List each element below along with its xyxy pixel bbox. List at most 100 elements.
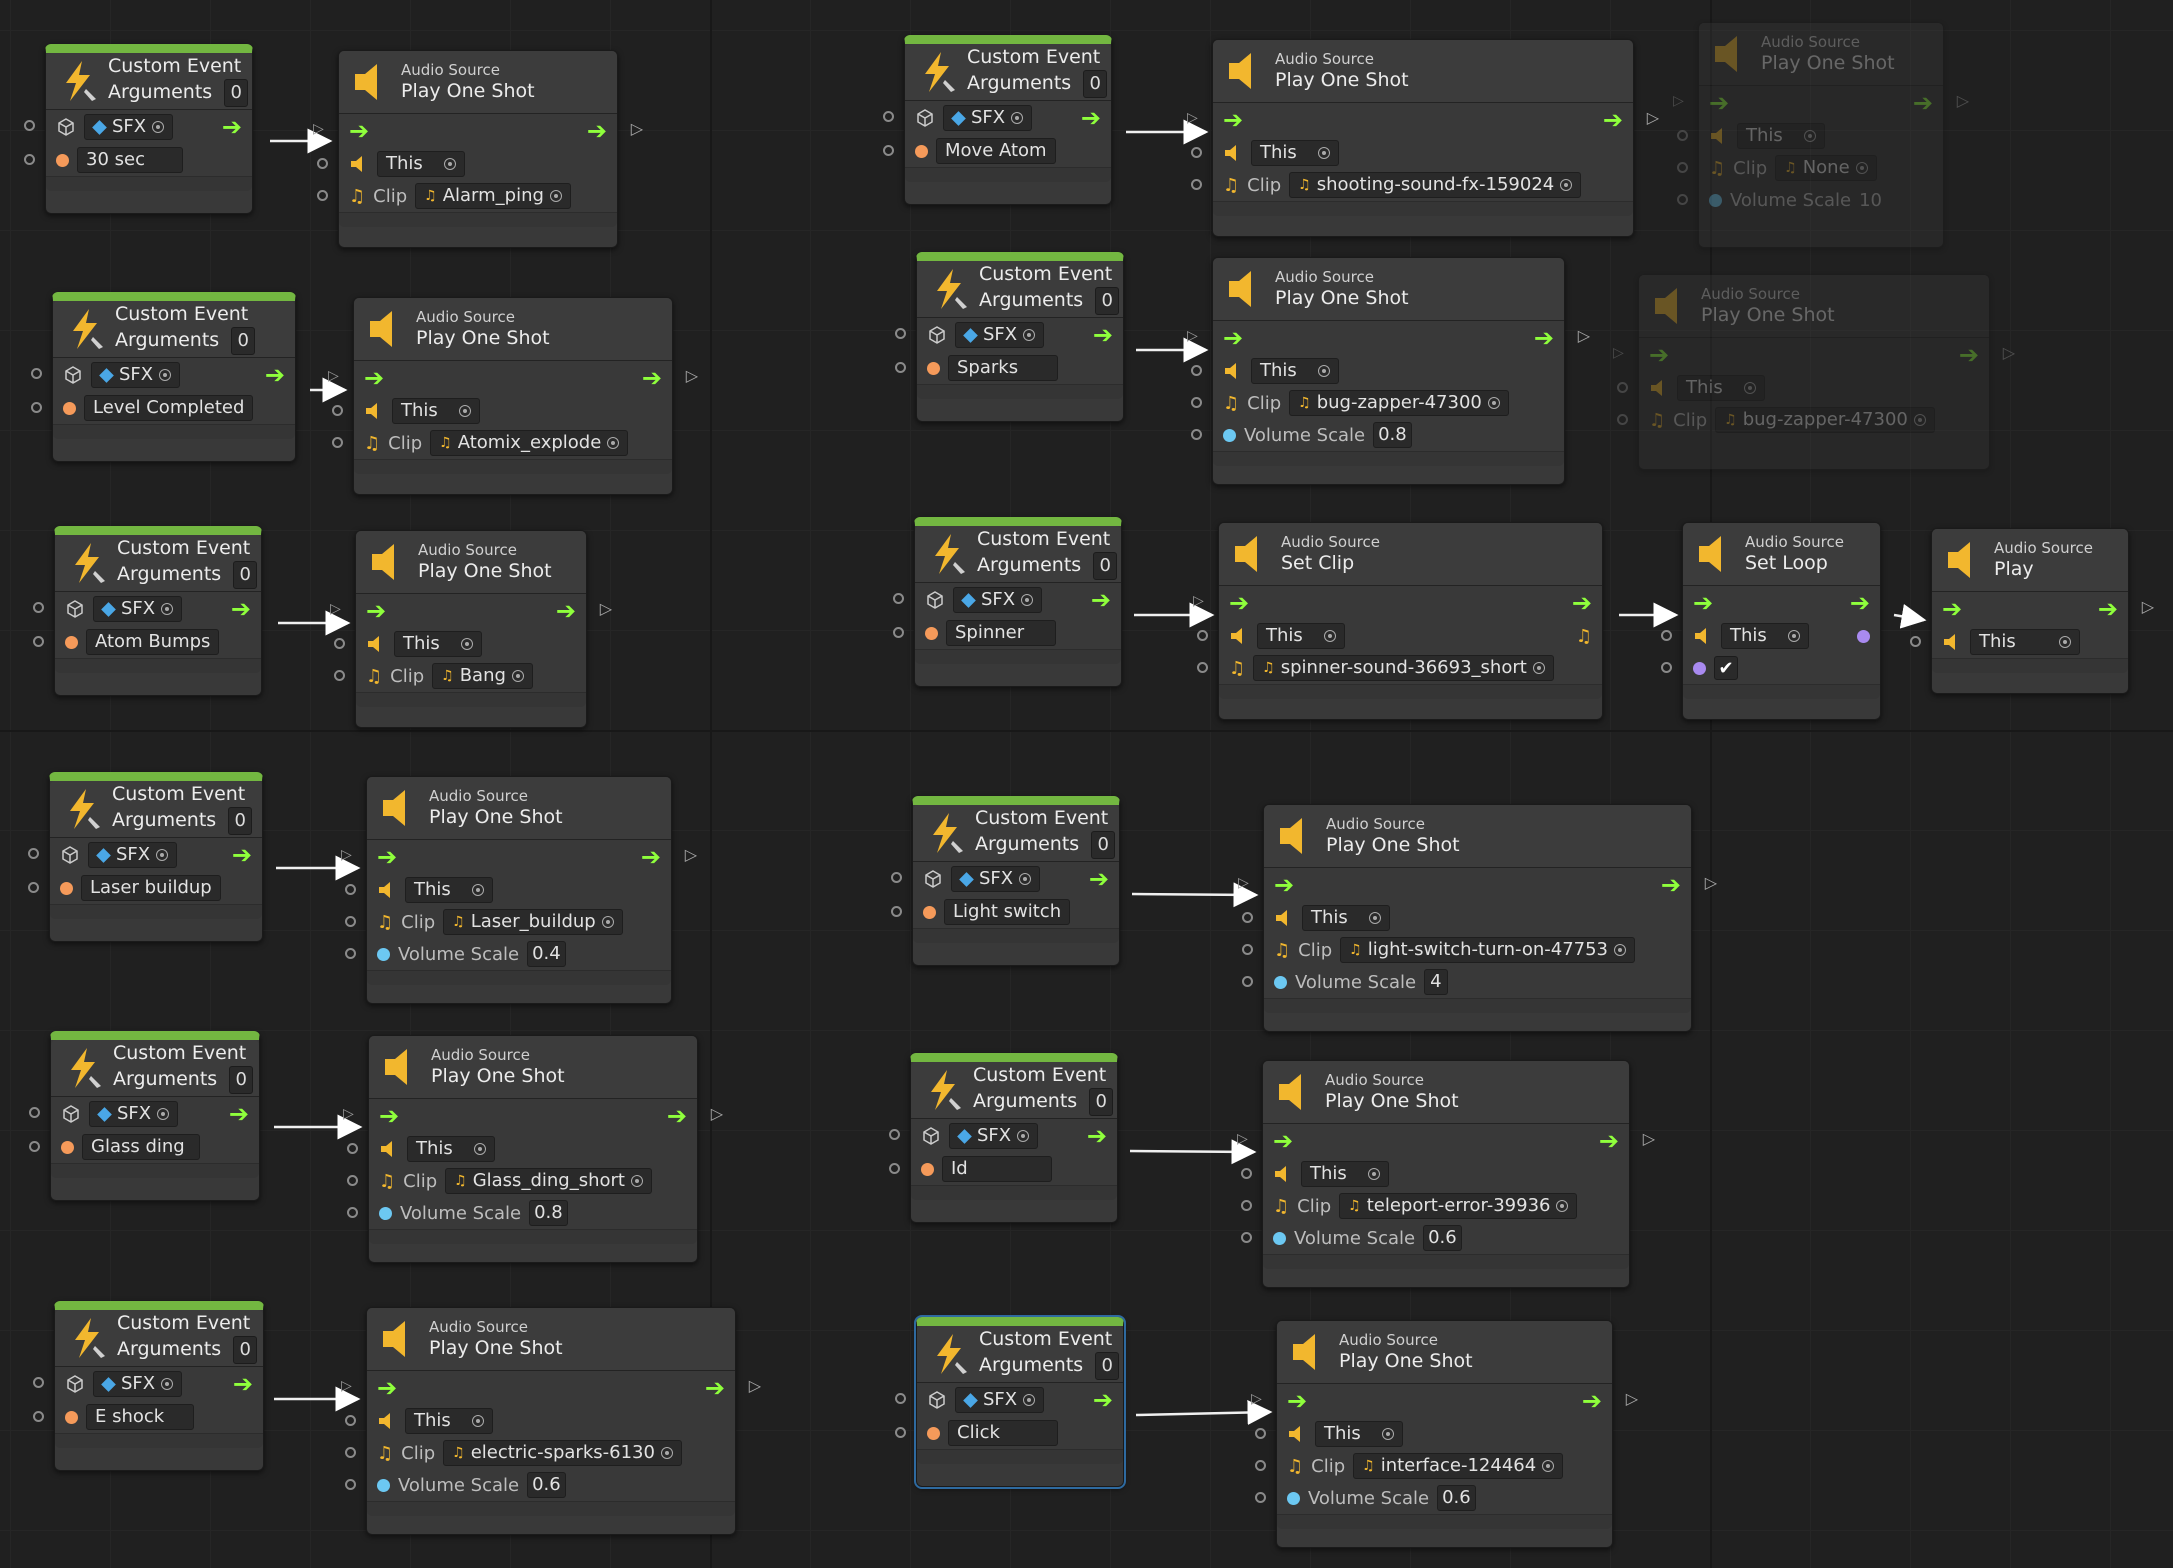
flow-input-port[interactable]: ▷ <box>1193 594 1204 608</box>
this-field[interactable]: This <box>1251 358 1339 384</box>
input-port[interactable] <box>31 402 42 413</box>
event-name-field[interactable]: Sparks <box>948 355 1058 381</box>
flow-input-port[interactable]: ▷ <box>341 1379 352 1393</box>
volume-scale-field[interactable]: 0.6 <box>1437 1485 1476 1511</box>
target-picker-icon[interactable] <box>1318 147 1330 159</box>
flow-input-port[interactable]: ▷ <box>313 122 324 136</box>
input-port[interactable] <box>317 190 328 201</box>
flow-output-arrow-icon[interactable]: ➔ <box>222 115 242 139</box>
clip-field[interactable]: ♫ Bang <box>432 663 533 689</box>
event-name-field[interactable]: Atom Bumps <box>86 629 220 655</box>
audio-source-node[interactable]: Audio Source Play One Shot ▷ ➔ ➔ ▷ This ♫ Cli… <box>1187 39 1659 237</box>
input-port[interactable] <box>883 145 894 156</box>
this-field[interactable]: This <box>1677 375 1765 401</box>
input-port[interactable] <box>1242 944 1253 955</box>
target-picker-icon[interactable] <box>1369 912 1381 924</box>
target-picker-icon[interactable] <box>1023 1394 1036 1406</box>
input-port[interactable] <box>1191 429 1202 440</box>
sfx-field[interactable]: SFX <box>91 362 181 388</box>
loop-checkbox[interactable]: ✔ <box>1714 656 1738 680</box>
sfx-field[interactable]: SFX <box>955 322 1045 348</box>
input-port[interactable] <box>28 848 39 859</box>
input-port[interactable] <box>29 1141 40 1152</box>
flow-input-port[interactable]: ▷ <box>1238 876 1249 890</box>
audio-clip-output-icon[interactable]: ♫ <box>1576 626 1592 647</box>
input-port[interactable] <box>1197 662 1208 673</box>
flow-output-port[interactable]: ▷ <box>711 1106 723 1122</box>
volume-scale-field[interactable]: 0.6 <box>527 1472 566 1498</box>
this-field[interactable]: This <box>1315 1421 1403 1447</box>
arguments-count[interactable]: 0 <box>233 560 258 589</box>
input-port[interactable] <box>1910 636 1921 647</box>
audio-source-node[interactable]: Audio Source Play One Shot ▷ ➔ ➔ ▷ This ♫ Cli… <box>343 1035 723 1263</box>
audio-source-node-disabled[interactable]: Audio Source Play One Shot ▷ ➔ ➔ ▷ This ♫ Cli… <box>1613 274 2015 470</box>
input-port[interactable] <box>347 1175 358 1186</box>
flow-output-arrow-icon[interactable]: ➔ <box>1572 591 1592 615</box>
flow-input-port[interactable]: ▷ <box>1673 94 1684 108</box>
audio-source-node[interactable]: Audio Source Set Loop ➔ ➔ This ✔ <box>1661 522 1881 720</box>
input-port[interactable] <box>1661 630 1672 641</box>
custom-event-node[interactable]: Custom Event Arguments 0 SFX ➔ Move Atom <box>883 35 1112 205</box>
clip-field[interactable]: ♫ None <box>1775 155 1877 181</box>
input-port[interactable] <box>1191 365 1202 376</box>
volume-scale-field[interactable]: 4 <box>1424 969 1448 995</box>
target-picker-icon[interactable] <box>2059 636 2071 648</box>
input-port[interactable] <box>33 636 44 647</box>
flow-output-arrow-icon[interactable]: ➔ <box>1534 326 1554 350</box>
input-port[interactable] <box>1661 662 1672 673</box>
target-picker-icon[interactable] <box>1614 944 1627 956</box>
flow-output-port[interactable]: ▷ <box>2142 599 2154 615</box>
input-port[interactable] <box>893 593 904 604</box>
custom-event-node[interactable]: Custom Event Arguments 0 SFX ➔ Level Compl… <box>31 292 296 462</box>
input-port[interactable] <box>893 627 904 638</box>
input-port[interactable] <box>1617 414 1628 425</box>
target-picker-icon[interactable] <box>1487 397 1500 409</box>
target-picker-icon[interactable] <box>1318 365 1330 377</box>
arguments-count[interactable]: 0 <box>233 1335 258 1364</box>
flow-output-arrow-icon[interactable]: ➔ <box>1582 1389 1602 1413</box>
input-port[interactable] <box>33 1411 44 1422</box>
sfx-field[interactable]: SFX <box>953 587 1043 613</box>
target-picker-icon[interactable] <box>1324 630 1336 642</box>
target-picker-icon[interactable] <box>459 405 471 417</box>
target-picker-icon[interactable] <box>601 916 614 928</box>
this-field[interactable]: This <box>1302 905 1390 931</box>
flow-output-port[interactable]: ▷ <box>686 368 698 384</box>
input-port[interactable] <box>1617 382 1628 393</box>
audio-source-node[interactable]: Audio Source Play One Shot ▷ ➔ ➔ ▷ This ♫ Cli… <box>328 297 698 495</box>
target-picker-icon[interactable] <box>1023 329 1036 341</box>
sfx-field[interactable]: SFX <box>88 842 178 868</box>
sfx-field[interactable]: SFX <box>943 105 1033 131</box>
flow-output-port[interactable]: ▷ <box>1957 93 1969 109</box>
input-port[interactable] <box>889 1163 900 1174</box>
volume-scale-value[interactable]: 10 <box>1859 190 1882 211</box>
input-port[interactable] <box>345 884 356 895</box>
custom-event-node[interactable]: Custom Event Arguments 0 SFX ➔ Spinner <box>893 517 1122 687</box>
flow-output-arrow-icon[interactable]: ➔ <box>229 1102 249 1126</box>
target-picker-icon[interactable] <box>161 1378 174 1390</box>
custom-event-node[interactable]: Custom Event Arguments 0 SFX ➔ Glass ding <box>29 1031 260 1201</box>
flow-output-arrow-icon[interactable]: ➔ <box>556 599 576 623</box>
input-port[interactable] <box>895 1393 906 1404</box>
target-picker-icon[interactable] <box>156 849 169 861</box>
flow-output-arrow-icon[interactable]: ➔ <box>667 1104 687 1128</box>
target-picker-icon[interactable] <box>1382 1428 1394 1440</box>
audio-source-node-disabled[interactable]: Audio Source Play One Shot ▷ ➔ ➔ ▷ This ♫ Cli… <box>1673 22 1969 248</box>
target-picker-icon[interactable] <box>461 638 473 650</box>
clip-field[interactable]: ♫ Atomix_explode <box>430 430 629 456</box>
target-picker-icon[interactable] <box>1788 630 1800 642</box>
target-picker-icon[interactable] <box>1019 873 1032 885</box>
input-port[interactable] <box>31 368 42 379</box>
clip-field[interactable]: ♫ light-switch-turn-on-47753 <box>1340 937 1636 963</box>
clip-field[interactable]: ♫ Laser_buildup <box>443 909 623 935</box>
target-picker-icon[interactable] <box>1021 594 1034 606</box>
flow-output-arrow-icon[interactable]: ➔ <box>1603 108 1623 132</box>
flow-output-arrow-icon[interactable]: ➔ <box>1093 1388 1113 1412</box>
input-port[interactable] <box>1241 1200 1252 1211</box>
target-picker-icon[interactable] <box>1011 112 1024 124</box>
this-field[interactable]: This <box>1970 629 2080 655</box>
this-field[interactable]: This <box>394 631 482 657</box>
target-picker-icon[interactable] <box>474 1143 486 1155</box>
flow-output-port[interactable]: ▷ <box>685 847 697 863</box>
flow-output-arrow-icon[interactable]: ➔ <box>2098 597 2118 621</box>
